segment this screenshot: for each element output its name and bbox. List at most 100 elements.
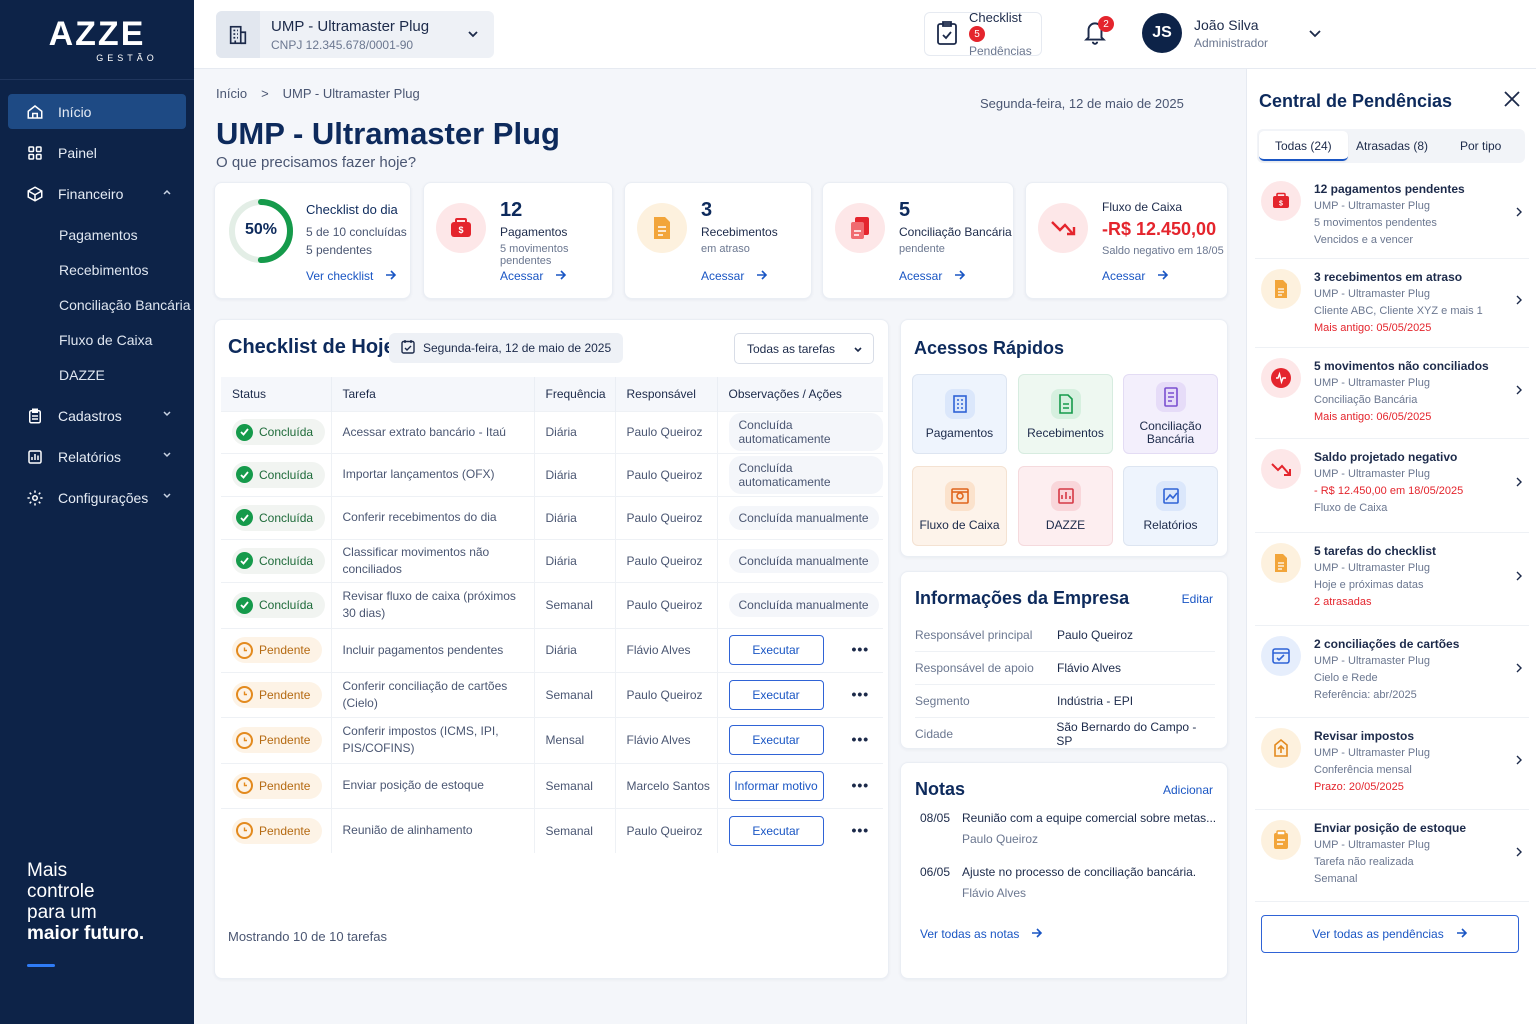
checklist-date-chip[interactable]: Segunda-feira, 12 de maio de 2025	[389, 333, 624, 363]
notes-card: Notas Adicionar 08/05 Reunião com a equip…	[900, 762, 1228, 979]
pending-item[interactable]: 2 conciliações de cartões UMP - Ultramast…	[1255, 626, 1529, 718]
task-owner: Paulo Queiroz	[626, 687, 703, 702]
add-note-link[interactable]: Adicionar	[1163, 783, 1213, 797]
pending-item[interactable]: Saldo projetado negativo UMP - Ultramaste…	[1255, 439, 1529, 533]
pending-item[interactable]: Revisar impostos UMP - Ultramaster Plug Co…	[1255, 718, 1529, 810]
info-value: Indústria - EPI	[1057, 694, 1134, 708]
building-icon	[216, 11, 260, 58]
arrow-right-icon	[1031, 927, 1043, 941]
nav-sub-pagamentos[interactable]: Pagamentos	[0, 217, 194, 252]
column-header[interactable]: Observações / Ações	[717, 377, 883, 411]
alert-waveform-icon	[1261, 358, 1301, 398]
pending-item[interactable]: Enviar posição de estoque UMP - Ultramast…	[1255, 810, 1529, 902]
chevron-right-icon	[1515, 294, 1523, 309]
nav-sub-fluxo-caixa[interactable]: Fluxo de Caixa	[0, 322, 194, 357]
pending-detail: UMP - Ultramaster Plug	[1314, 839, 1430, 851]
nav-item-relatorios[interactable]: Relatórios	[8, 439, 186, 474]
nav-sub-dazze[interactable]: DAZZE	[0, 357, 194, 392]
inform-reason-button[interactable]: Informar motivo	[728, 770, 824, 801]
checklist-pending-button[interactable]: Checklist 5 Pendências	[924, 10, 1042, 58]
status-label: Pendente	[259, 643, 311, 657]
more-options-icon[interactable]: •••	[852, 822, 870, 838]
status-label: Pendente	[259, 687, 311, 702]
nav-item-cadastros[interactable]: Cadastros	[8, 398, 186, 433]
sidebar: AZZE GESTÃO Início Painel Financeiro Pag…	[0, 0, 194, 1024]
link-label: Ver todas as notas	[920, 927, 1020, 941]
pending-detail: Referência: abr/2025	[1314, 689, 1417, 701]
chevron-down-icon[interactable]	[1308, 27, 1322, 44]
acessar-recebimentos-link[interactable]: Acessar	[701, 269, 768, 283]
tile-label: Relatórios	[1143, 517, 1198, 532]
execute-button[interactable]: Executar	[728, 725, 824, 755]
acessar-conciliacao-link[interactable]: Acessar	[899, 269, 966, 283]
view-all-notes-link[interactable]: Ver todas as notas	[920, 927, 1043, 941]
status-label: Concluída	[259, 553, 314, 568]
column-header[interactable]: Frequência	[534, 377, 616, 411]
pending-detail: Conferência mensal	[1314, 764, 1412, 776]
pending-item[interactable]: 5 tarefas do checklist UMP - Ultramaster …	[1255, 533, 1529, 626]
column-header[interactable]: Responsável	[615, 377, 718, 411]
kpi-sub: 5 movimentos pendentes	[500, 243, 569, 267]
brand-logo[interactable]: AZZE GESTÃO	[0, 0, 194, 80]
tile-label: DAZZE	[1045, 517, 1086, 532]
pending-title: 12 pagamentos pendentes	[1314, 182, 1465, 196]
company-selector[interactable]: UMP - Ultramaster Plug CNPJ 12.345.678/0…	[216, 11, 494, 58]
quick-tile-pagamentos[interactable]: Pagamentos	[912, 374, 1007, 454]
nav-item-painel[interactable]: Painel	[8, 135, 186, 170]
nav-item-inicio[interactable]: Início	[8, 94, 186, 129]
nav-item-configuracoes[interactable]: Configurações	[8, 480, 186, 515]
tab-atrasadas[interactable]: Atrasadas (8)	[1348, 131, 1437, 161]
ver-checklist-link[interactable]: Ver checklist	[306, 269, 397, 283]
more-options-icon[interactable]: •••	[852, 777, 870, 793]
edit-company-link[interactable]: Editar	[1182, 592, 1213, 606]
quick-tile-relatorios[interactable]: Relatórios	[1123, 466, 1218, 546]
close-icon[interactable]	[1503, 90, 1521, 111]
nav-label: Painel	[58, 144, 97, 161]
column-header[interactable]: Tarefa	[331, 377, 535, 411]
pending-item[interactable]: 5 movimentos não conciliados UMP - Ultram…	[1255, 348, 1529, 439]
arrow-right-icon	[756, 269, 768, 283]
note-author: Paulo Queiroz	[962, 832, 1039, 846]
chevron-down-icon	[162, 491, 172, 504]
nav-sub-conciliacao[interactable]: Conciliação Bancária	[0, 287, 194, 322]
task-filter-select[interactable]: Todas as tarefas	[734, 333, 874, 364]
pending-item[interactable]: 3 recebimentos em atraso UMP - Ultramaste…	[1255, 259, 1529, 348]
execute-button[interactable]: Executar	[728, 815, 824, 846]
more-options-icon[interactable]: •••	[852, 686, 870, 702]
page-subtitle: O que precisamos fazer hoje?	[216, 154, 417, 171]
acessar-fluxo-link[interactable]: Acessar	[1102, 269, 1169, 283]
trend-down-icon	[1038, 203, 1088, 253]
nav-sub-recebimentos[interactable]: Recebimentos	[0, 252, 194, 287]
breadcrumb-home[interactable]: Início	[216, 86, 247, 101]
notifications-button[interactable]: 2	[1082, 16, 1114, 48]
column-header[interactable]: Status	[221, 377, 332, 411]
pending-detail: Fluxo de Caixa	[1314, 502, 1388, 514]
note-item[interactable]: 06/05 Ajuste no processo de conciliação b…	[920, 865, 1196, 900]
dashboard-icon	[1050, 480, 1081, 511]
breadcrumb: Início > UMP - Ultramaster Plug	[216, 86, 420, 101]
task-name: Conferir impostos (ICMS, IPI, PIS/COFINS…	[342, 724, 499, 755]
status-label: Pendente	[259, 733, 311, 747]
kpi-sub: em atraso	[701, 243, 750, 255]
main-nav: Início Painel Financeiro Pagamentos Rece…	[0, 80, 194, 515]
quick-tile-recebimentos[interactable]: Recebimentos	[1018, 374, 1113, 454]
user-menu[interactable]: JS João Silva Administrador	[1142, 13, 1268, 53]
execute-button[interactable]: Executar	[728, 635, 824, 665]
tab-todas[interactable]: Todas (24)	[1259, 131, 1348, 161]
note-item[interactable]: 08/05 Reunião com a equipe comercial sobr…	[920, 811, 1216, 846]
execute-button[interactable]: Executar	[728, 679, 824, 710]
more-options-icon[interactable]: •••	[852, 731, 870, 747]
notification-badge: 2	[1098, 16, 1114, 32]
quick-tile-dazze[interactable]: DAZZE	[1018, 466, 1113, 546]
quick-tile-conciliacao[interactable]: Conciliação Bancária	[1123, 374, 1218, 454]
more-options-icon[interactable]: •••	[852, 641, 870, 657]
view-all-pending-button[interactable]: Ver todas as pendências	[1261, 915, 1519, 953]
tab-por-tipo[interactable]: Por tipo	[1436, 131, 1525, 161]
tile-label: Pagamentos	[925, 425, 994, 440]
acessar-pagamentos-link[interactable]: Acessar	[500, 269, 567, 283]
inventory-icon	[1261, 820, 1301, 860]
nav-item-financeiro[interactable]: Financeiro	[8, 176, 186, 211]
task-owner: Marcelo Santos	[626, 778, 710, 793]
pending-item[interactable]: $12 pagamentos pendentes UMP - Ultramaste…	[1255, 171, 1529, 259]
quick-tile-fluxo-caixa[interactable]: Fluxo de Caixa	[912, 466, 1007, 546]
